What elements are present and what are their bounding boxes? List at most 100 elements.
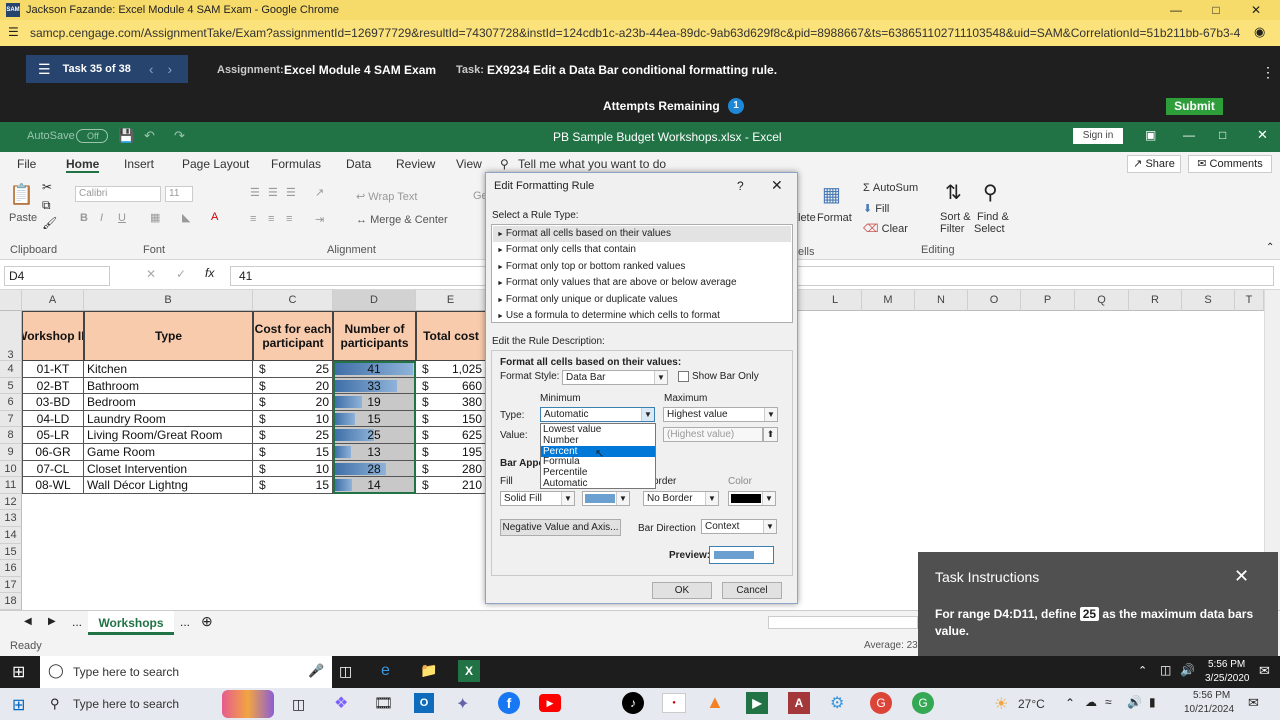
rule-type-list[interactable]: ► Format all cells based on their values… (491, 224, 793, 323)
align-middle-icon[interactable]: ☰ (268, 186, 278, 199)
dropdown-option[interactable]: Lowest value (541, 424, 655, 435)
find-select-label[interactable]: Find & (977, 211, 1009, 223)
column-header-p[interactable]: P (1021, 290, 1075, 311)
clear-button[interactable]: ⌫ Clear (863, 222, 908, 235)
microphone-icon[interactable]: 🎤 (308, 663, 324, 679)
ribbon-display-icon[interactable]: ▣ (1145, 128, 1156, 142)
cell-participants[interactable]: 19 (333, 394, 416, 411)
sort-filter-icon[interactable]: ⇅ (945, 180, 962, 205)
tiktok-icon[interactable]: ♪ (622, 692, 644, 714)
camtasia-icon[interactable]: ▶ (746, 692, 768, 714)
close-instructions-icon[interactable]: ✕ (1234, 566, 1249, 587)
comments-button[interactable]: ✉ Comments (1188, 155, 1272, 173)
row-header[interactable]: 11 (0, 477, 22, 494)
next-sheet-icon[interactable]: ▶ (48, 616, 56, 627)
minimum-type-dropdown[interactable]: Lowest value Number Percent Formula Percenti… (540, 423, 656, 489)
cell-workshop-id[interactable]: 06-GR (22, 444, 84, 461)
excel-app-icon[interactable]: X (458, 660, 480, 682)
tab-view[interactable]: View (456, 157, 482, 171)
volume-icon[interactable]: 🔊 (1180, 663, 1195, 677)
tab-review[interactable]: Review (396, 157, 435, 171)
select-all-corner[interactable] (0, 290, 22, 311)
windows-start-icon-2[interactable]: ⊞ (12, 695, 25, 715)
cloud-icon[interactable]: ☁ (1085, 695, 1097, 709)
edge-icon[interactable]: e (381, 662, 390, 680)
column-header-s[interactable]: S (1182, 290, 1235, 311)
submit-button[interactable]: Submit (1166, 98, 1223, 115)
row-header-3[interactable]: 3 (0, 311, 22, 361)
column-header-q[interactable]: Q (1075, 290, 1129, 311)
minimize-icon[interactable]: — (1156, 0, 1196, 20)
cell-participants[interactable]: 25 (333, 427, 416, 444)
autosave-toggle[interactable]: Off (76, 129, 108, 143)
underline-icon[interactable]: U (118, 212, 126, 224)
column-header-e[interactable]: E (416, 290, 486, 311)
copilot-icon[interactable]: ❖ (334, 693, 348, 713)
font-size-box[interactable]: 11 (165, 186, 193, 202)
redo-icon[interactable]: ↷ (174, 128, 185, 144)
tab-data[interactable]: Data (346, 157, 371, 171)
rule-type-item[interactable]: ► Format only top or bottom ranked value… (493, 259, 791, 275)
cell-type[interactable]: Living Room/Great Room (84, 427, 253, 444)
fill-color-select[interactable]: ▼ (582, 491, 630, 506)
tab-file[interactable]: File (17, 157, 36, 171)
header-participants[interactable]: Number of participants (333, 311, 416, 361)
insert-function-icon[interactable]: fx (205, 266, 214, 280)
cell-workshop-id[interactable]: 05-LR (22, 427, 84, 444)
save-icon[interactable]: 💾 (118, 128, 134, 144)
dialog-help-button[interactable]: ? (737, 179, 744, 193)
cell-workshop-id[interactable]: 02-BT (22, 377, 84, 395)
column-header-d[interactable]: D (333, 290, 416, 311)
maximum-type-select[interactable]: Highest value ▼ (663, 407, 778, 422)
tray-up-icon-2[interactable]: ⌃ (1065, 696, 1075, 710)
undo-icon[interactable]: ↶ (144, 128, 155, 144)
sign-in-button[interactable]: Sign in (1073, 128, 1123, 144)
wrap-text-button[interactable]: ↩ Wrap Text (356, 190, 417, 203)
url-text[interactable]: samcp.cengage.com/AssignmentTake/Exam?as… (30, 26, 1240, 40)
align-bottom-icon[interactable]: ☰ (286, 186, 296, 199)
negative-value-axis-button[interactable]: Negative Value and Axis... (500, 519, 621, 536)
font-color-icon[interactable]: A (211, 211, 218, 223)
battery-icon[interactable]: ▮ (1149, 695, 1156, 709)
orientation-icon[interactable]: ↗ (315, 186, 324, 199)
bold-icon[interactable]: B (80, 212, 88, 224)
show-bar-only-checkbox[interactable] (678, 371, 689, 382)
tray-up-icon[interactable]: ⌃ (1138, 664, 1147, 677)
row-header[interactable]: 6 (0, 394, 22, 411)
row-header[interactable]: 7 (0, 410, 22, 428)
format-cells-icon[interactable]: ▦ (822, 182, 841, 207)
column-header-a[interactable]: A (22, 290, 84, 311)
cell-participants[interactable]: 13 (333, 444, 416, 461)
rule-type-item[interactable]: ► Format only values that are above or b… (493, 275, 791, 291)
bar-direction-select[interactable]: Context ▼ (701, 519, 777, 534)
paste-label[interactable]: Paste (9, 212, 37, 224)
rule-type-item[interactable]: ► Format only cells that contain (493, 242, 791, 258)
borders-icon[interactable]: ▦ (150, 211, 160, 224)
fill-button[interactable]: ⬇ Fill (863, 202, 889, 215)
windows-start-icon[interactable]: ⊞ (12, 662, 25, 682)
excel-restore-icon[interactable]: □ (1219, 128, 1226, 142)
header-cost[interactable]: Cost for each participant (253, 311, 333, 361)
cell-type[interactable]: Closet Intervention (84, 460, 253, 478)
tab-insert[interactable]: Insert (124, 157, 154, 171)
prev-sheet-icon[interactable]: ◀ (24, 616, 32, 627)
cell-type[interactable]: Bedroom (84, 394, 253, 411)
cell-participants[interactable]: 14 (333, 477, 416, 494)
indent-icon[interactable]: ⇥ (315, 213, 324, 226)
edge-icon-2[interactable]: ⚙ (830, 693, 844, 713)
eye-off-icon[interactable]: ◉ (1254, 24, 1265, 40)
align-top-icon[interactable]: ☰ (250, 186, 260, 199)
dropdown-option[interactable]: Percentile (541, 467, 655, 478)
access-icon[interactable]: A (788, 692, 810, 714)
close-icon[interactable]: ✕ (1236, 0, 1276, 20)
cell-workshop-id[interactable]: 07-CL (22, 460, 84, 478)
header-workshop-id[interactable]: Workshop ID (22, 311, 84, 361)
name-box[interactable]: D4 (4, 266, 110, 286)
dropdown-option[interactable]: Number (541, 435, 655, 446)
row-header[interactable]: 13 (0, 510, 22, 527)
align-right-icon[interactable]: ≡ (286, 213, 292, 225)
task-view-icon-2[interactable]: ◫ (292, 696, 305, 713)
cancel-entry-icon[interactable]: ✕ (146, 267, 156, 281)
fill-type-select[interactable]: Solid Fill ▼ (500, 491, 575, 506)
cell-type[interactable]: Laundry Room (84, 410, 253, 428)
